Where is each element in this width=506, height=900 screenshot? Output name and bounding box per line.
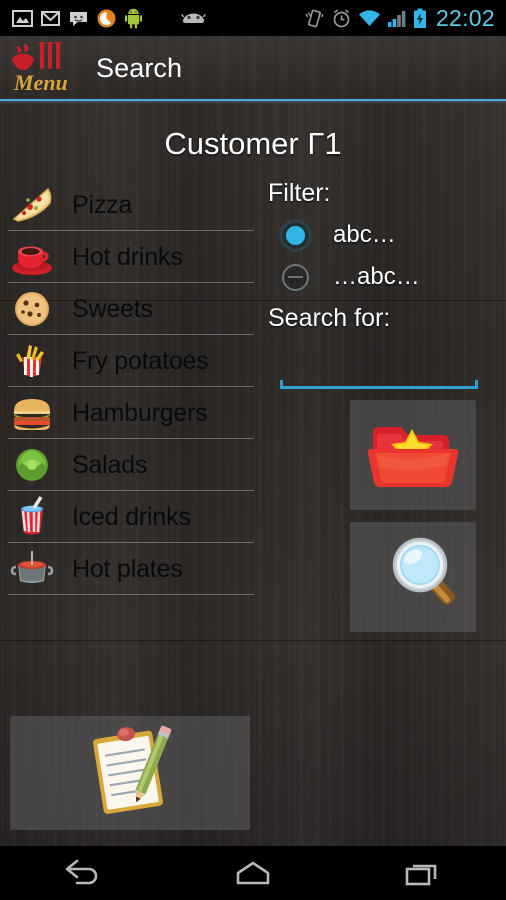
orange-app-icon xyxy=(97,9,116,27)
app-logo: Menu xyxy=(8,40,86,96)
status-bar-system-icons: 22:02 xyxy=(304,5,506,32)
gallery-icon xyxy=(12,9,33,27)
radio-unselected-icon[interactable] xyxy=(282,263,309,291)
home-button[interactable] xyxy=(203,846,303,900)
list-item[interactable]: Hot plates xyxy=(0,543,258,595)
radio-selected-icon[interactable] xyxy=(282,221,309,249)
list-item-label: Hot drinks xyxy=(72,242,183,271)
list-item-label: Pizza xyxy=(72,190,133,219)
gmail-icon xyxy=(41,10,60,26)
list-item-label: Hot plates xyxy=(72,554,183,583)
sms-icon xyxy=(70,11,87,26)
android-face-icon xyxy=(181,13,206,23)
filter-label: Filter: xyxy=(268,179,331,207)
favorites-folder-button[interactable] xyxy=(350,400,476,510)
folder-star-icon xyxy=(367,415,459,496)
recents-button[interactable] xyxy=(372,846,472,900)
page-title: Customer Γ1 xyxy=(164,126,342,161)
list-item[interactable]: Iced drinks xyxy=(0,491,258,543)
action-bar-title: Search xyxy=(96,52,183,83)
list-item[interactable]: Hot drinks xyxy=(0,231,258,283)
list-item[interactable]: Sweets xyxy=(0,283,258,335)
status-bar-notification-icons xyxy=(0,8,206,29)
list-item[interactable]: Fry potatoes xyxy=(0,335,258,387)
wifi-icon xyxy=(358,9,380,26)
filter-option-label: abc… xyxy=(333,221,396,248)
android-navigation-bar xyxy=(0,846,506,900)
list-item-label: Salads xyxy=(72,450,148,479)
order-notepad-button[interactable] xyxy=(10,716,250,830)
list-item[interactable]: Hamburgers xyxy=(0,387,258,439)
list-item-label: Fry potatoes xyxy=(72,346,209,375)
search-panel: Filter: abc… …abc… Search for: xyxy=(268,179,506,389)
hot-plates-icon xyxy=(8,547,56,591)
category-list: Pizza Hot drinks Sweets Fry potatoes Ham… xyxy=(0,179,258,595)
magnifier-icon xyxy=(367,535,459,620)
filter-option-label: …abc… xyxy=(333,263,420,290)
notepad-pencil-icon xyxy=(78,724,182,823)
input-tick-right xyxy=(475,380,478,389)
sweets-icon xyxy=(8,287,56,331)
list-item-label: Iced drinks xyxy=(72,502,191,531)
svg-text:Menu: Menu xyxy=(13,70,68,95)
android-robot-icon xyxy=(125,8,142,28)
fry-potatoes-icon xyxy=(8,339,56,383)
list-item-label: Sweets xyxy=(72,294,153,323)
list-item-label: Hamburgers xyxy=(72,398,208,427)
search-for-label: Search for: xyxy=(268,304,391,332)
hot-drinks-icon xyxy=(8,235,56,279)
back-button[interactable] xyxy=(34,846,134,900)
status-bar: 22:02 xyxy=(0,0,506,36)
iced-drinks-icon xyxy=(8,495,56,539)
search-input-wrapper[interactable] xyxy=(280,363,478,389)
pizza-icon xyxy=(8,183,56,227)
alarm-icon xyxy=(333,8,350,27)
action-bar-divider xyxy=(0,99,506,101)
list-item[interactable]: Salads xyxy=(0,439,258,491)
battery-charging-icon xyxy=(413,8,426,28)
status-bar-clock: 22:02 xyxy=(435,4,495,31)
hamburgers-icon xyxy=(8,391,56,435)
filter-option-contains[interactable]: …abc… xyxy=(268,256,506,298)
action-bar: Menu Search xyxy=(0,36,506,100)
list-item[interactable]: Pizza xyxy=(0,179,258,231)
search-button[interactable] xyxy=(350,522,476,632)
input-underline xyxy=(280,386,478,389)
vibrate-icon xyxy=(305,9,324,27)
filter-option-starts-with[interactable]: abc… xyxy=(268,214,506,256)
cell-signal-icon xyxy=(387,10,406,27)
salads-icon xyxy=(8,443,56,487)
